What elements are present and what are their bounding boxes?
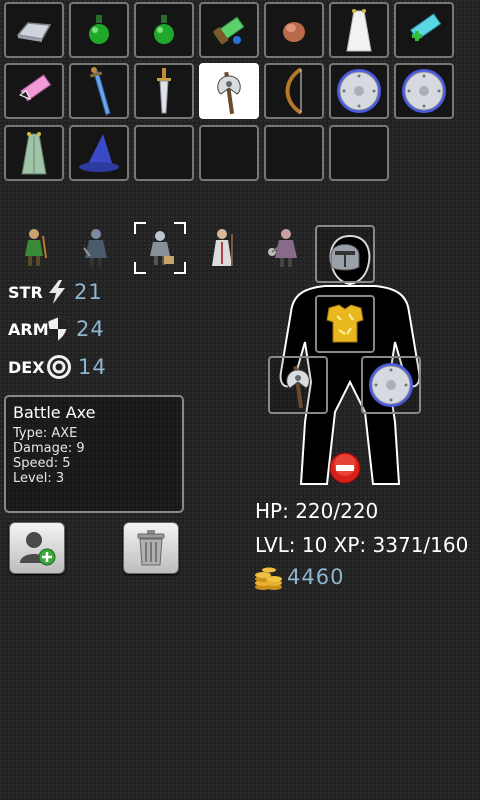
hp-text: HP: 220/220 [255, 499, 379, 523]
inventory-slot-round-shield-1[interactable] [329, 63, 389, 119]
green-scroll-icon [212, 16, 245, 45]
inventory-slot-battle-axe[interactable] [199, 63, 259, 119]
inventory-slot-white-robe[interactable] [329, 2, 389, 58]
stat-str-value: 21 [74, 280, 103, 304]
stat-dex-label: DEX [8, 357, 45, 377]
item-level: Level: 3 [13, 471, 65, 486]
item-speed: Speed: 5 [13, 456, 71, 471]
rogue-hero-icon [83, 229, 107, 267]
stat-dex-value: 14 [78, 355, 107, 379]
target-icon [47, 355, 71, 379]
equip-slot-off-hand[interactable] [361, 356, 421, 414]
knight-hero-icon [150, 231, 174, 265]
gold-coins-icon [255, 567, 282, 590]
round-shield-icon [402, 69, 446, 113]
hero-ranger[interactable] [8, 222, 60, 274]
round-shield-icon [369, 363, 413, 407]
equip-slot-chest[interactable] [315, 295, 375, 353]
stat-arm-value: 24 [76, 317, 105, 341]
gold-display: 4460 [253, 562, 344, 592]
equip-button[interactable] [9, 522, 65, 574]
inventory-slot-green-robe[interactable] [4, 125, 64, 181]
minus-circle-icon [329, 452, 361, 484]
ranger-hero-icon [25, 229, 47, 266]
add-user-icon [20, 532, 56, 566]
inventory-slot-blue-sword[interactable] [69, 63, 129, 119]
lightning-icon [49, 280, 65, 304]
white-robe-icon [346, 9, 372, 52]
gold-armor-icon [326, 304, 364, 343]
round-shield-icon [337, 69, 381, 113]
gold-amount: 4460 [287, 565, 345, 589]
stat-str: STR 21 [8, 277, 103, 307]
short-sword-icon [157, 68, 171, 114]
equip-slot-head[interactable] [315, 225, 375, 283]
battle-axe-icon [286, 365, 310, 409]
unequip-button[interactable] [329, 452, 361, 484]
item-name: Battle Axe [13, 403, 96, 422]
inventory-slot-green-potion-1[interactable] [69, 2, 129, 58]
blue-sword-icon [89, 67, 111, 116]
stat-arm-label: ARM [8, 319, 49, 339]
equip-slot-main-hand[interactable] [268, 356, 328, 414]
battle-axe-icon [217, 71, 241, 115]
steel-ingot-icon [16, 22, 52, 42]
inventory-grid [0, 0, 480, 190]
hero-knight[interactable] [134, 222, 186, 274]
ore-chunk-icon [283, 22, 305, 42]
green-robe-icon [21, 132, 47, 175]
inventory-slot-longbow[interactable] [264, 63, 324, 119]
stat-dex: DEX 14 [8, 352, 107, 382]
inventory-slot-empty[interactable] [329, 125, 389, 181]
item-type: Type: AXE [13, 426, 78, 441]
inventory-slot-short-sword[interactable] [134, 63, 194, 119]
item-damage: Damage: 9 [13, 441, 85, 456]
level-xp-text: LVL: 10 XP: 3371/160 [255, 533, 469, 557]
steel-helmet-icon [330, 244, 360, 271]
inventory-slot-empty[interactable] [199, 125, 259, 181]
trash-icon [137, 530, 165, 566]
longbow-icon [285, 67, 303, 115]
inventory-slot-wizard-hat[interactable] [69, 125, 129, 181]
hero-rogue[interactable] [70, 222, 122, 274]
inventory-slot-steel-ingot[interactable] [4, 2, 64, 58]
inventory-slot-round-shield-2[interactable] [394, 63, 454, 119]
shield-icon [47, 316, 69, 342]
item-details-panel: Battle Axe Type: AXE Damage: 9 Speed: 5 … [4, 395, 184, 513]
hero-priest[interactable] [196, 222, 248, 274]
priest-hero-icon [212, 229, 233, 266]
stat-arm: ARM 24 [8, 314, 105, 344]
stat-str-label: STR [8, 282, 43, 302]
inventory-slot-empty[interactable] [134, 125, 194, 181]
discard-button[interactable] [123, 522, 179, 574]
inventory-slot-cyan-scroll[interactable] [394, 2, 454, 58]
inventory-slot-pink-scroll[interactable] [4, 63, 64, 119]
pink-scroll-icon [18, 74, 52, 102]
inventory-slot-green-potion-2[interactable] [134, 2, 194, 58]
cyan-scroll-icon [410, 13, 442, 41]
inventory-slot-empty[interactable] [264, 125, 324, 181]
wizard-hat-icon [79, 134, 119, 172]
inventory-slot-green-scroll[interactable] [199, 2, 259, 58]
green-potion-icon [154, 15, 174, 44]
inventory-slot-ore-chunk[interactable] [264, 2, 324, 58]
green-potion-icon [89, 15, 109, 44]
